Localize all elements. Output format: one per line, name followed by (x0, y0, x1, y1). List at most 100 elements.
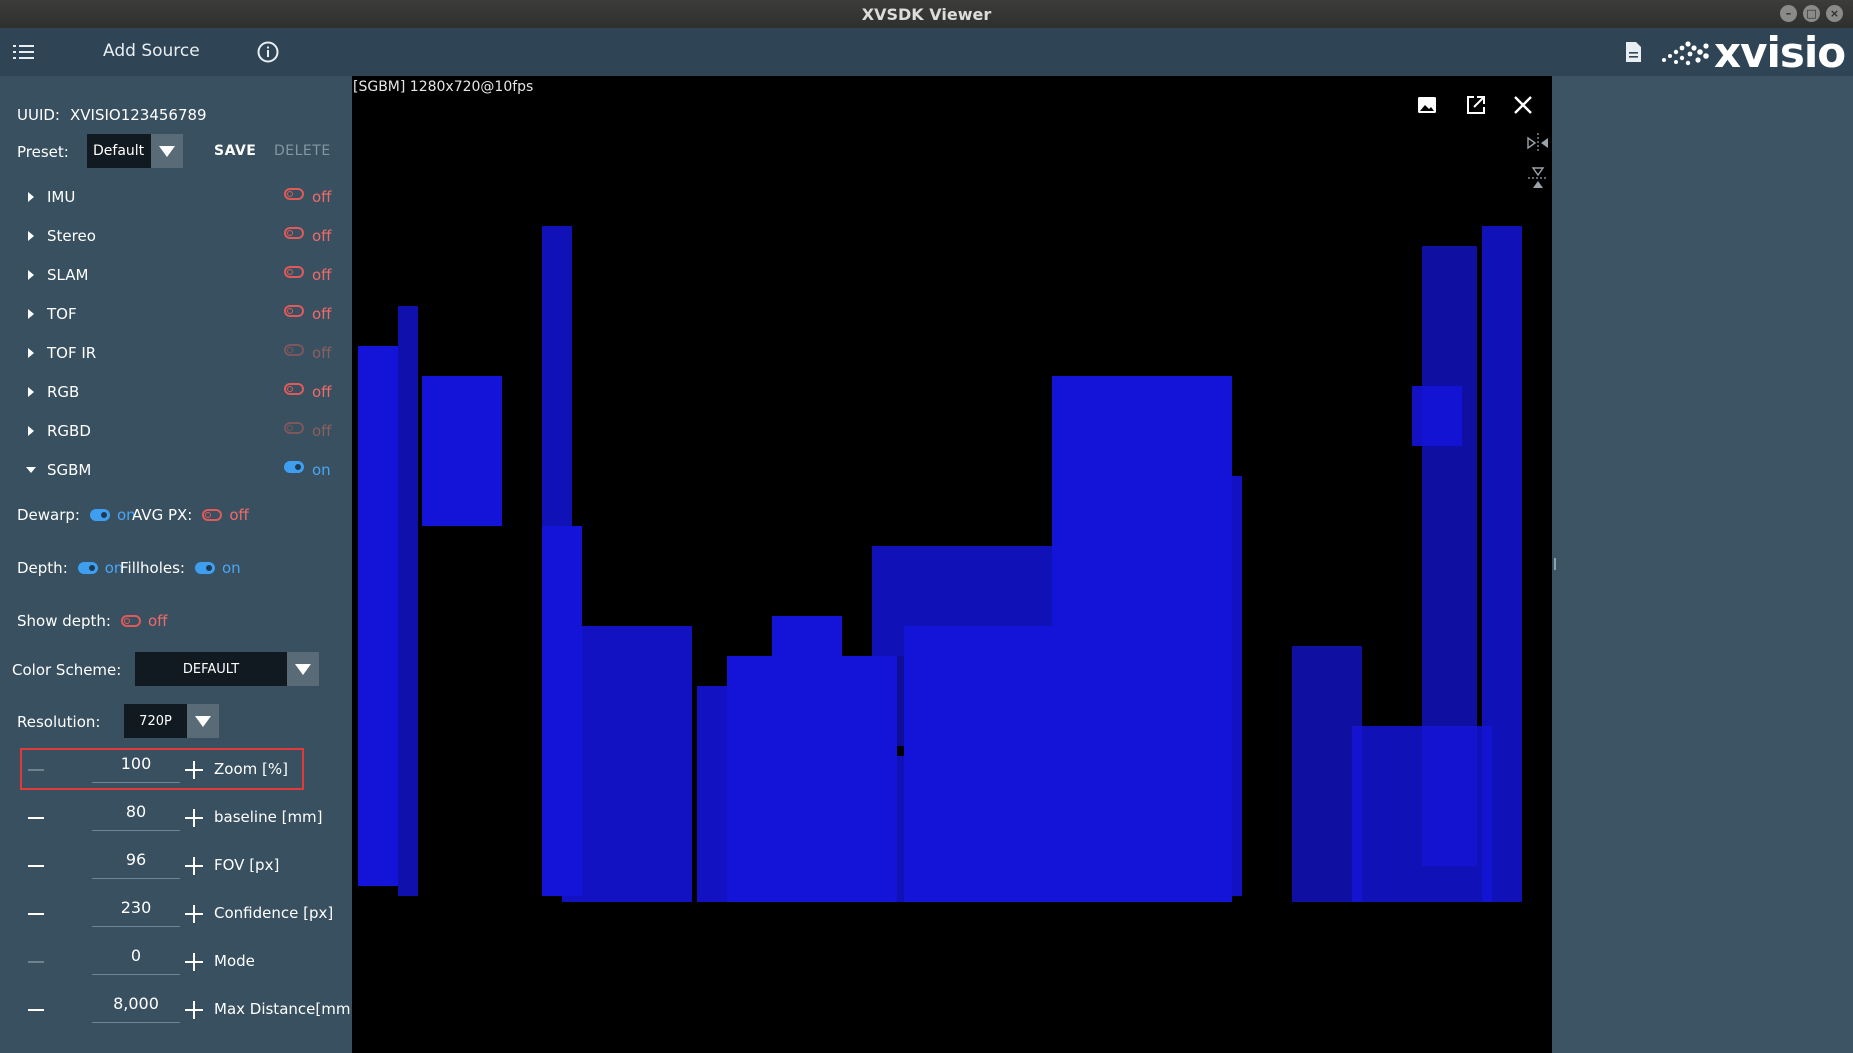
section-tof[interactable]: TOF off (0, 302, 352, 326)
confidence-value[interactable]: 230 (92, 898, 180, 917)
minus-icon[interactable] (28, 1009, 44, 1011)
caret-down-icon (26, 467, 36, 473)
document-icon[interactable] (1622, 40, 1644, 64)
toggle-state: off (312, 188, 332, 206)
showdepth-state: off (147, 612, 168, 630)
plus-icon[interactable] (184, 952, 204, 972)
showdepth-option: Show depth: off (17, 612, 167, 630)
avgpx-label: AVG PX: (132, 506, 193, 524)
section-rgb[interactable]: RGB off (0, 380, 352, 404)
xvisio-logo: xvisio (1660, 28, 1846, 77)
list-icon[interactable] (12, 41, 36, 63)
showdepth-toggle-icon[interactable] (120, 615, 141, 627)
resolution-select[interactable]: 720P (124, 704, 219, 738)
sidebar-panel: UUID: XVISIO123456789 Preset: Default SA… (0, 76, 356, 1053)
plus-icon[interactable] (184, 856, 204, 876)
caret-right-icon (28, 270, 34, 280)
caret-right-icon (28, 192, 34, 202)
color-scheme-value: DEFAULT (182, 661, 240, 677)
fillholes-option: Fillholes: on (120, 559, 241, 577)
section-name: SLAM (47, 266, 89, 284)
depth-toggle-icon[interactable] (77, 562, 98, 574)
section-sgbm[interactable]: SGBM on (0, 458, 352, 482)
minus-icon[interactable] (28, 913, 44, 915)
depth-map-image (352, 226, 1550, 902)
uuid-value: XVISIO123456789 (70, 106, 207, 124)
baseline-stepper: 80 baseline [mm] (20, 798, 350, 838)
color-scheme-select[interactable]: DEFAULT (135, 652, 319, 686)
dewarp-label: Dewarp: (17, 506, 80, 524)
chevron-down-icon[interactable] (187, 704, 219, 738)
baseline-value[interactable]: 80 (92, 802, 180, 821)
avgpx-toggle-icon[interactable] (202, 509, 223, 521)
minimize-icon[interactable]: – (1780, 5, 1797, 22)
chevron-down-icon[interactable] (287, 652, 319, 686)
maximize-icon[interactable]: □ (1803, 5, 1820, 22)
max-distance-stepper: 8,000 Max Distance[mm] (20, 990, 356, 1030)
open-external-icon[interactable] (1465, 94, 1487, 116)
max-distance-value[interactable]: 8,000 (92, 994, 180, 1013)
window-titlebar: XVSDK Viewer – □ × (0, 0, 1853, 28)
fillholes-toggle-icon[interactable] (195, 562, 215, 574)
section-tof-ir[interactable]: TOF IR off (0, 341, 352, 365)
section-stereo[interactable]: Stereo off (0, 224, 352, 248)
logo-dots-icon (1662, 41, 1709, 66)
minus-icon[interactable] (28, 817, 44, 819)
minus-icon[interactable] (28, 865, 44, 867)
toggle-icon[interactable] (284, 188, 304, 200)
uuid-label: UUID: (17, 106, 60, 124)
section-imu[interactable]: IMU off (0, 185, 352, 209)
toggle-state: off (312, 422, 332, 440)
minus-icon[interactable] (28, 961, 44, 963)
section-slam[interactable]: SLAM off (0, 263, 352, 287)
plus-icon[interactable] (184, 904, 204, 924)
save-button[interactable]: SAVE (214, 143, 256, 159)
toggle-icon[interactable] (284, 305, 304, 317)
image-icon[interactable] (1416, 94, 1438, 116)
section-rgbd[interactable]: RGBD off (0, 419, 352, 443)
close-window-icon[interactable]: × (1826, 5, 1843, 22)
dewarp-toggle-icon[interactable] (89, 509, 110, 521)
input-underline (92, 974, 180, 975)
splitter-handle[interactable] (1554, 558, 1556, 570)
plus-icon[interactable] (184, 808, 204, 828)
color-scheme-label: Color Scheme: (12, 661, 122, 679)
input-underline (92, 926, 180, 927)
flip-horizontal-icon[interactable] (1525, 130, 1551, 156)
add-source-button[interactable]: Add Source (103, 41, 200, 61)
mode-stepper: 0 Mode (20, 942, 350, 982)
showdepth-label: Show depth: (17, 612, 111, 630)
close-icon[interactable] (1512, 94, 1534, 116)
chevron-down-icon[interactable] (151, 134, 183, 168)
input-underline (92, 1022, 180, 1023)
flip-vertical-icon[interactable] (1525, 165, 1551, 191)
window-controls: – □ × (1780, 5, 1843, 22)
mode-value[interactable]: 0 (92, 946, 180, 965)
dewarp-option: Dewarp: on (17, 506, 136, 524)
section-name: Stereo (47, 227, 96, 245)
preset-select[interactable]: Default (87, 134, 183, 168)
toggle-icon[interactable] (284, 383, 304, 395)
fov-label: FOV [px] (214, 856, 280, 874)
toggle-state: off (312, 383, 332, 401)
section-name: IMU (47, 188, 76, 206)
toggle-state: on (312, 461, 331, 479)
fov-value[interactable]: 96 (92, 850, 180, 869)
section-name: RGBD (47, 422, 91, 440)
info-icon[interactable] (256, 40, 280, 64)
sgbm-viewer: [SGBM] 1280x720@10fps (352, 76, 1552, 1053)
max-distance-label: Max Distance[mm] (214, 1000, 357, 1018)
depth-option: Depth: on (17, 559, 123, 577)
toggle-icon[interactable] (284, 266, 304, 278)
input-underline (92, 878, 180, 879)
section-name: RGB (47, 383, 80, 401)
stream-caption: [SGBM] 1280x720@10fps (353, 79, 534, 95)
mode-label: Mode (214, 952, 255, 970)
toggle-state: off (312, 227, 332, 245)
toggle-icon (284, 344, 304, 356)
resolution-label: Resolution: (17, 713, 101, 731)
delete-button[interactable]: DELETE (274, 143, 331, 159)
toggle-icon[interactable] (284, 461, 304, 473)
plus-icon[interactable] (184, 1000, 204, 1020)
toggle-icon[interactable] (284, 227, 304, 239)
